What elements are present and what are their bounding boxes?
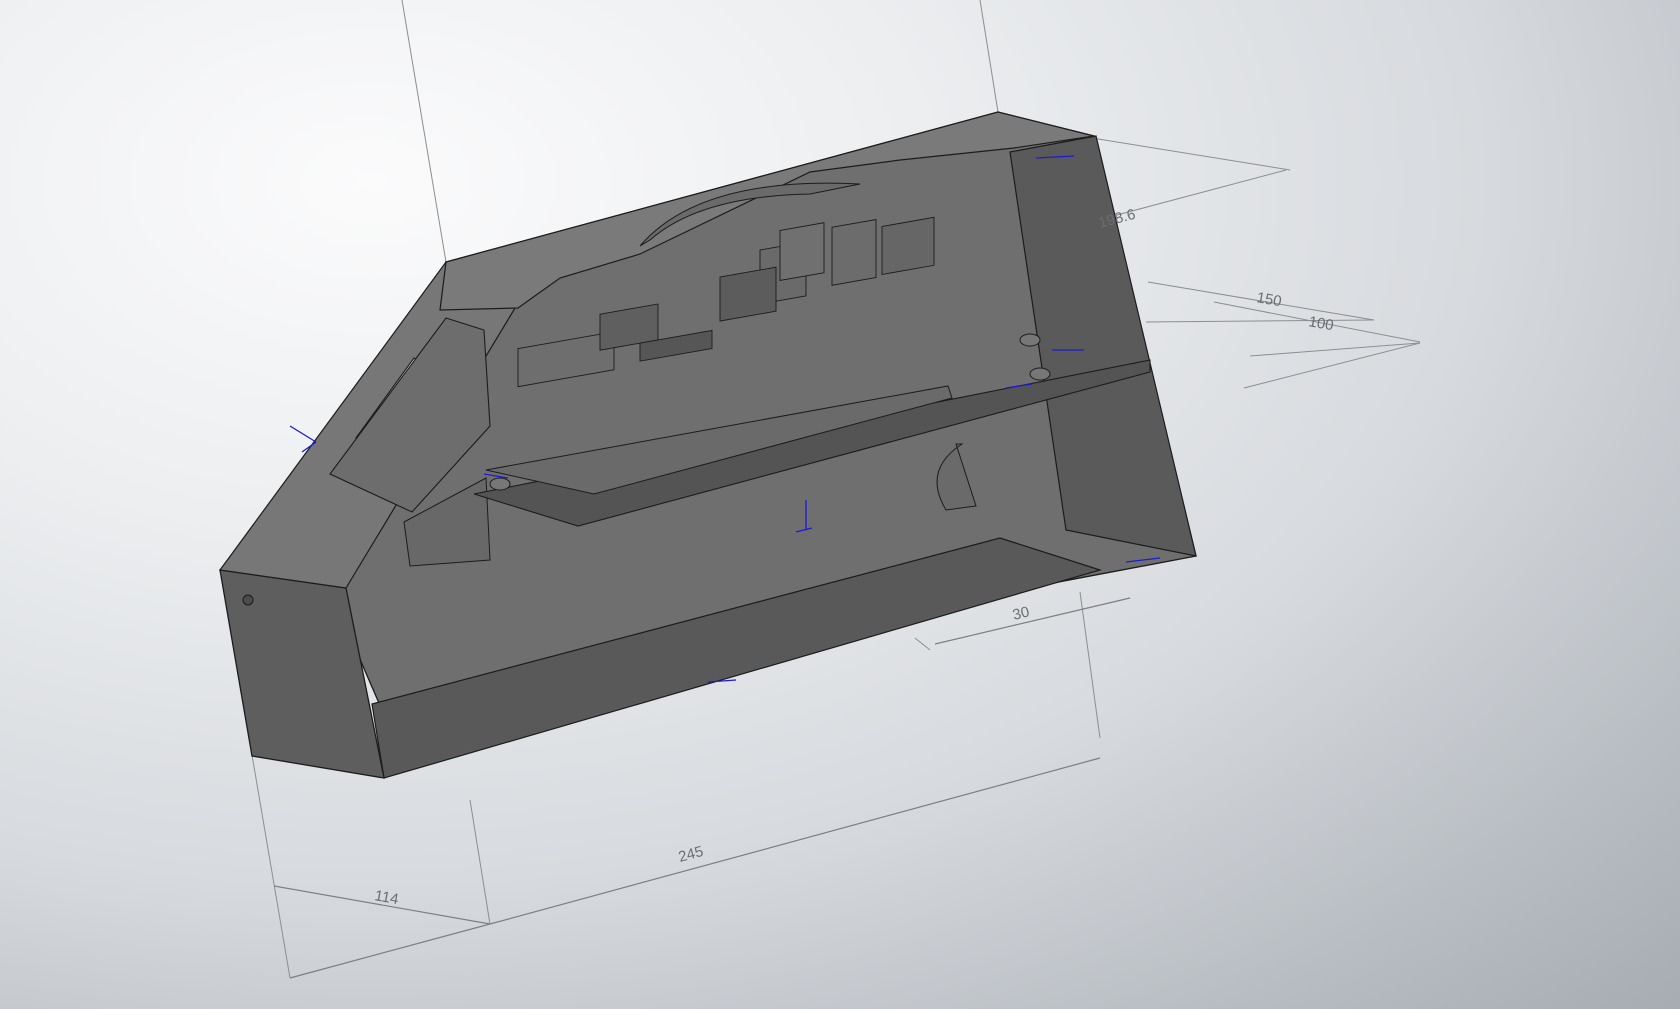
connector-hole [242, 594, 254, 606]
dimension-245[interactable]: 245 [677, 843, 706, 866]
cad-viewport[interactable]: 114 245 30 198.6 150 100 [0, 0, 1680, 1009]
dimension-right-a[interactable]: 150 [1255, 289, 1283, 310]
dimension-114[interactable]: 114 [373, 887, 400, 908]
dimension-right-b[interactable]: 100 [1307, 313, 1335, 334]
cad-model-scene[interactable]: 114 245 30 198.6 150 100 [0, 0, 1680, 1009]
dimension-30[interactable]: 30 [1011, 603, 1031, 624]
